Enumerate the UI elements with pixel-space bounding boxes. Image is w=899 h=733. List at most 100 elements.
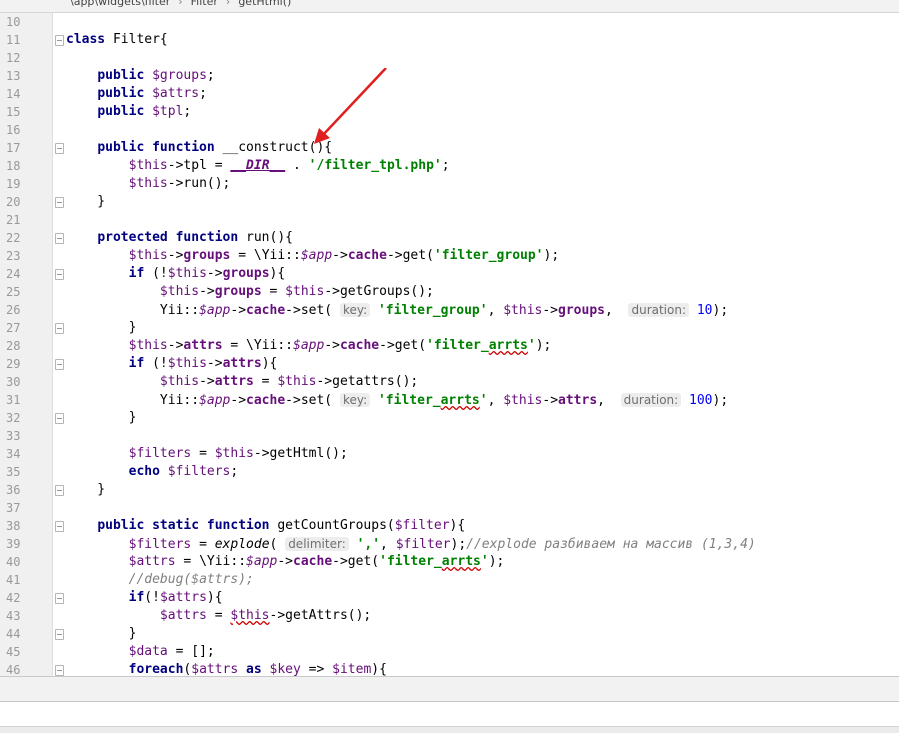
code-line[interactable]: 24 if (!$this->groups){ bbox=[0, 265, 899, 283]
fold-toggle-icon[interactable] bbox=[55, 413, 64, 424]
code-line[interactable]: 30 $this->attrs = $this->getattrs(); bbox=[0, 373, 899, 391]
code-line[interactable]: 45 $data = []; bbox=[0, 643, 899, 661]
line-number: 27 bbox=[6, 321, 21, 335]
code-text[interactable]: $this->attrs = \Yii::$app->cache->get('f… bbox=[66, 337, 552, 355]
breadcrumb-path[interactable]: \app\widgets\filter bbox=[70, 0, 170, 8]
code-line[interactable]: 18 $this->tpl = __DIR__ . '/filter_tpl.p… bbox=[0, 157, 899, 175]
code-text[interactable]: $this->attrs = $this->getattrs(); bbox=[66, 373, 418, 391]
code-line[interactable]: 41 //debug($attrs); bbox=[0, 571, 899, 589]
code-text[interactable]: echo $filters; bbox=[66, 463, 239, 481]
code-text[interactable]: $filters = $this->getHtml(); bbox=[66, 445, 348, 463]
line-number: 35 bbox=[6, 465, 21, 479]
code-text[interactable]: //debug($attrs); bbox=[66, 571, 254, 589]
code-text[interactable]: } bbox=[66, 625, 137, 643]
code-line[interactable]: 32 } bbox=[0, 409, 899, 427]
code-line[interactable]: 23 $this->groups = \Yii::$app->cache->ge… bbox=[0, 247, 899, 265]
fold-toggle-icon[interactable] bbox=[55, 359, 64, 370]
code-text[interactable]: Yii::$app->cache->set( key: 'filter_arrt… bbox=[66, 391, 728, 410]
line-number: 36 bbox=[6, 483, 21, 497]
fold-toggle-icon[interactable] bbox=[55, 665, 64, 676]
code-text[interactable]: public $tpl; bbox=[66, 103, 191, 121]
code-text[interactable]: foreach($attrs as $key => $item){ bbox=[66, 661, 387, 676]
code-text[interactable]: } bbox=[66, 319, 137, 337]
breadcrumb-method[interactable]: getHtml() bbox=[238, 0, 291, 8]
fold-toggle-icon[interactable] bbox=[55, 233, 64, 244]
code-text[interactable]: if(!$attrs){ bbox=[66, 589, 223, 607]
code-text[interactable]: $attrs = \Yii::$app->cache->get('filter_… bbox=[66, 553, 505, 571]
fold-toggle-icon[interactable] bbox=[55, 197, 64, 208]
code-editor[interactable]: 10 11 class Filter{12 13 public $groups; 14 … bbox=[0, 13, 899, 676]
line-number: 15 bbox=[6, 105, 21, 119]
code-text[interactable]: $this->run(); bbox=[66, 175, 231, 193]
fold-toggle-icon[interactable] bbox=[55, 269, 64, 280]
fold-toggle-icon[interactable] bbox=[55, 143, 64, 154]
line-number: 44 bbox=[6, 627, 21, 641]
code-line[interactable]: 13 public $groups; bbox=[0, 67, 899, 85]
code-text[interactable]: } bbox=[66, 409, 137, 427]
code-line[interactable]: 17 public function __construct(){ bbox=[0, 139, 899, 157]
fold-toggle-icon[interactable] bbox=[55, 593, 64, 604]
line-number: 34 bbox=[6, 447, 21, 461]
line-number: 21 bbox=[6, 213, 21, 227]
code-text[interactable]: public $groups; bbox=[66, 67, 214, 85]
code-line[interactable]: 43 $attrs = $this->getAttrs(); bbox=[0, 607, 899, 625]
code-line[interactable]: 11 class Filter{ bbox=[0, 31, 899, 49]
fold-toggle-icon[interactable] bbox=[55, 521, 64, 532]
code-text[interactable]: $attrs = $this->getAttrs(); bbox=[66, 607, 371, 625]
code-text[interactable]: } bbox=[66, 481, 105, 499]
code-line[interactable]: 22 protected function run(){ bbox=[0, 229, 899, 247]
line-number: 11 bbox=[6, 33, 21, 47]
code-line[interactable]: 20 } bbox=[0, 193, 899, 211]
line-number: 31 bbox=[6, 393, 21, 407]
fold-toggle-icon[interactable] bbox=[55, 629, 64, 640]
code-text[interactable]: public function __construct(){ bbox=[66, 139, 332, 157]
code-text[interactable]: class Filter{ bbox=[66, 31, 168, 49]
code-text[interactable]: public $attrs; bbox=[66, 85, 207, 103]
code-line[interactable]: 15 public $tpl; bbox=[0, 103, 899, 121]
code-line[interactable]: 29 if (!$this->attrs){ bbox=[0, 355, 899, 373]
code-line[interactable]: 14 public $attrs; bbox=[0, 85, 899, 103]
code-text[interactable]: $this->groups = \Yii::$app->cache->get('… bbox=[66, 247, 560, 265]
line-number: 18 bbox=[6, 159, 21, 173]
code-text[interactable]: } bbox=[66, 193, 105, 211]
code-text[interactable]: $this->groups = $this->getGroups(); bbox=[66, 283, 434, 301]
code-line[interactable]: 12 bbox=[0, 49, 899, 67]
fold-toggle-icon[interactable] bbox=[55, 323, 64, 334]
code-line[interactable]: 44 } bbox=[0, 625, 899, 643]
fold-toggle-icon[interactable] bbox=[55, 485, 64, 496]
code-line[interactable]: 19 $this->run(); bbox=[0, 175, 899, 193]
code-text[interactable]: if (!$this->groups){ bbox=[66, 265, 286, 283]
code-line[interactable]: 26 Yii::$app->cache->set( key: 'filter_g… bbox=[0, 301, 899, 319]
code-text[interactable]: public static function getCountGroups($f… bbox=[66, 517, 465, 535]
code-line[interactable]: 33 bbox=[0, 427, 899, 445]
code-line[interactable]: 40 $attrs = \Yii::$app->cache->get('filt… bbox=[0, 553, 899, 571]
code-text[interactable]: if (!$this->attrs){ bbox=[66, 355, 278, 373]
code-line[interactable]: 34 $filters = $this->getHtml(); bbox=[0, 445, 899, 463]
code-text[interactable]: $this->tpl = __DIR__ . '/filter_tpl.php'… bbox=[66, 157, 450, 175]
code-line[interactable]: 46 foreach($attrs as $key => $item){ bbox=[0, 661, 899, 676]
fold-toggle-icon[interactable] bbox=[55, 35, 64, 46]
breadcrumb: \app\widgets\filter › Filter › getHtml() bbox=[0, 0, 899, 13]
code-line[interactable]: 37 bbox=[0, 499, 899, 517]
code-line[interactable]: 21 bbox=[0, 211, 899, 229]
code-text[interactable]: protected function run(){ bbox=[66, 229, 293, 247]
code-line[interactable]: 35 echo $filters; bbox=[0, 463, 899, 481]
code-line[interactable]: 25 $this->groups = $this->getGroups(); bbox=[0, 283, 899, 301]
breadcrumb-class[interactable]: Filter bbox=[191, 0, 218, 8]
code-line[interactable]: 28 $this->attrs = \Yii::$app->cache->get… bbox=[0, 337, 899, 355]
line-number: 38 bbox=[6, 519, 21, 533]
code-text[interactable]: Yii::$app->cache->set( key: 'filter_grou… bbox=[66, 301, 728, 320]
line-number: 24 bbox=[6, 267, 21, 281]
code-text[interactable]: $filters = explode( delimiter: ',', $fil… bbox=[66, 535, 756, 554]
code-line[interactable]: 27 } bbox=[0, 319, 899, 337]
code-text[interactable]: $data = []; bbox=[66, 643, 215, 661]
code-line[interactable]: 16 bbox=[0, 121, 899, 139]
code-line[interactable]: 42 if(!$attrs){ bbox=[0, 589, 899, 607]
code-line[interactable]: 31 Yii::$app->cache->set( key: 'filter_a… bbox=[0, 391, 899, 409]
code-line[interactable]: 39 $filters = explode( delimiter: ',', $… bbox=[0, 535, 899, 553]
code-line[interactable]: 10 bbox=[0, 13, 899, 31]
code-line[interactable]: 38 public static function getCountGroups… bbox=[0, 517, 899, 535]
tool-window-bar bbox=[0, 701, 899, 733]
line-number: 19 bbox=[6, 177, 21, 191]
code-line[interactable]: 36 } bbox=[0, 481, 899, 499]
